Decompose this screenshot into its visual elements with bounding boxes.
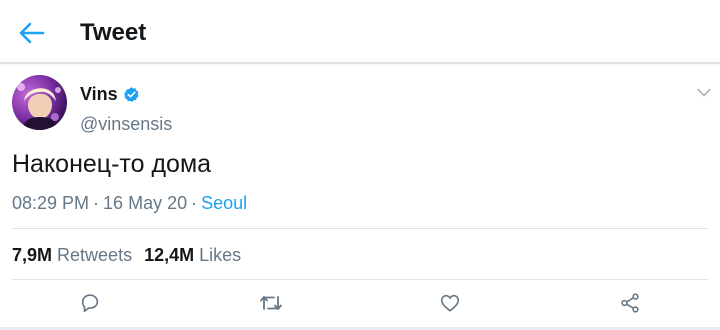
retweets-label: Retweets — [57, 245, 133, 265]
author-display-name[interactable]: Vins — [80, 84, 118, 105]
meta-separator: · — [93, 193, 100, 213]
reply-button[interactable] — [76, 290, 104, 316]
like-button[interactable] — [436, 290, 464, 316]
divider — [12, 228, 708, 229]
likes-stat[interactable]: 12,4M Likes — [144, 245, 241, 266]
meta-separator: · — [191, 193, 198, 213]
tweet-location-link[interactable]: Seoul — [201, 193, 247, 213]
tweet-meta: 08:29 PM · 16 May 20 · Seoul — [12, 193, 247, 214]
share-button[interactable] — [616, 290, 644, 316]
likes-count: 12,4M — [144, 245, 195, 265]
chevron-down-icon — [697, 88, 711, 96]
like-icon — [440, 294, 460, 312]
arrow-left-icon — [19, 22, 45, 44]
tweet-stats: 7,9M Retweets 12,4M Likes — [12, 245, 241, 266]
author-name-row[interactable]: Vins — [80, 84, 140, 105]
tweet-time: 08:29 PM — [12, 193, 90, 213]
more-options-button[interactable] — [694, 84, 714, 100]
verified-badge-icon — [123, 86, 140, 103]
retweet-icon — [260, 296, 282, 310]
top-bar: Tweet — [0, 0, 720, 64]
retweets-stat[interactable]: 7,9M Retweets — [12, 245, 132, 266]
divider — [12, 279, 708, 280]
avatar-image — [12, 75, 67, 130]
share-icon — [621, 293, 639, 313]
retweet-button[interactable] — [257, 290, 285, 316]
retweets-count: 7,9M — [12, 245, 53, 265]
page-title: Tweet — [80, 19, 147, 46]
author-handle[interactable]: @vinsensis — [80, 114, 172, 135]
tweet-text: Наконец-то дома — [12, 150, 212, 178]
tweet-date: 16 May 20 — [103, 193, 188, 213]
reply-icon — [81, 294, 99, 313]
avatar[interactable] — [12, 75, 67, 130]
back-button[interactable] — [14, 16, 50, 50]
likes-label: Likes — [199, 245, 242, 265]
